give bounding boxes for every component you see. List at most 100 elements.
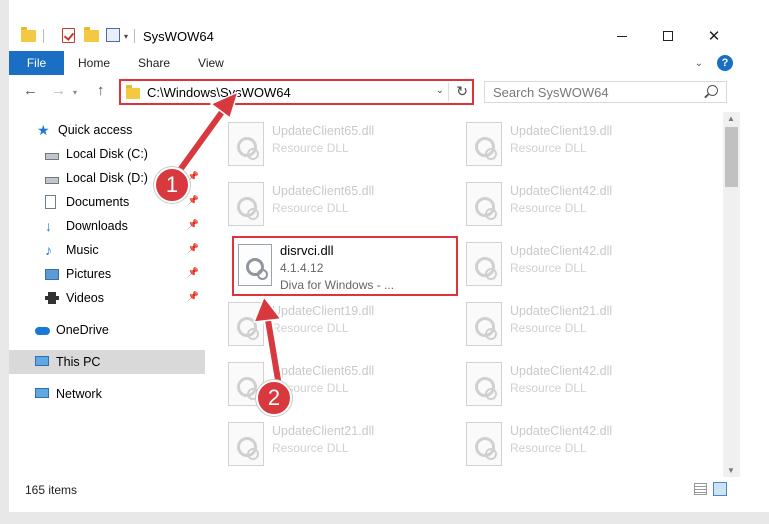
disk-icon (45, 171, 59, 185)
videos-icon (45, 291, 59, 305)
window-title: SysWOW64 (143, 28, 214, 44)
window-left-edge (0, 0, 9, 524)
file-item[interactable]: UpdateClient65.dll Resource DLL (220, 178, 455, 234)
navigation-pane: ★ Quick access Local Disk (C:) 📌 Local D… (9, 112, 209, 477)
forward-arrow-icon[interactable]: → (51, 82, 66, 99)
sidebar-item-music[interactable]: ♪ Music 📌 (45, 238, 205, 262)
file-item[interactable]: UpdateClient65.dll Resource DLL (220, 358, 455, 414)
sidebar-item-quick-access[interactable]: ★ Quick access (37, 118, 205, 142)
properties-check-icon[interactable] (62, 28, 78, 44)
file-item[interactable]: UpdateClient21.dll Resource DLL (458, 298, 693, 354)
file-type: Resource DLL (510, 441, 587, 455)
file-item[interactable]: UpdateClient42.dll Resource DLL (458, 418, 693, 474)
sidebar-item-local-disk-c[interactable]: Local Disk (C:) 📌 (45, 142, 205, 166)
address-dropdown-icon[interactable]: ⌄ (436, 85, 444, 96)
documents-icon (45, 195, 59, 209)
address-divider (448, 83, 449, 101)
file-item[interactable]: UpdateClient42.dll Resource DLL (458, 178, 693, 234)
file-item[interactable]: UpdateClient19.dll Resource DLL (458, 118, 693, 174)
refresh-icon[interactable]: ↻ (456, 83, 468, 100)
scroll-down-icon[interactable]: ▼ (727, 466, 735, 475)
sidebar-item-label: Network (56, 387, 102, 401)
pin-icon[interactable]: 📌 (188, 291, 199, 302)
onedrive-icon (35, 323, 50, 337)
pin-icon[interactable]: 📌 (188, 267, 199, 278)
highlighted-file-item[interactable]: disrvci.dll 4.1.4.12 Diva for Windows - … (232, 236, 458, 296)
folder-icon (21, 27, 37, 44)
status-bar: 165 items (9, 478, 741, 502)
quick-access-dropdown-icon[interactable]: ▾ (124, 32, 128, 41)
pin-icon[interactable]: 📌 (188, 147, 199, 158)
search-input[interactable]: Search SysWOW64 (484, 81, 727, 103)
back-arrow-icon[interactable]: ← (23, 82, 38, 99)
scrollbar-thumb[interactable] (725, 127, 738, 187)
minimize-button[interactable] (599, 21, 645, 51)
file-item[interactable]: UpdateClient42.dll Resource DLL (458, 358, 693, 414)
annotation-marker-2: 2 (256, 380, 292, 416)
file-name: UpdateClient42.dll (510, 184, 613, 198)
vertical-scrollbar[interactable]: ▲ ▼ (723, 112, 740, 477)
pin-icon[interactable]: 📌 (188, 195, 199, 206)
tab-share[interactable]: Share (124, 51, 184, 75)
pin-icon[interactable]: 📌 (188, 243, 199, 254)
minimize-icon (617, 35, 627, 37)
sidebar-item-downloads[interactable]: ↓ Downloads 📌 (45, 214, 205, 238)
maximize-button[interactable] (645, 21, 691, 51)
network-icon (35, 387, 49, 401)
sidebar-item-label: Local Disk (C:) (66, 147, 148, 161)
help-icon[interactable]: ? (717, 55, 733, 71)
tab-view[interactable]: View (184, 51, 238, 75)
recent-locations-icon[interactable]: ▾ (73, 88, 77, 97)
file-item[interactable]: UpdateClient21.dll Resource DLL (220, 418, 455, 474)
file-version: 4.1.4.12 (280, 261, 324, 275)
close-button[interactable]: ✕ (691, 21, 737, 51)
sidebar-item-label: Videos (66, 291, 104, 305)
file-item[interactable]: UpdateClient42.dll Resource DLL (458, 238, 693, 294)
tiles-view-icon[interactable] (713, 482, 727, 496)
details-view-icon[interactable] (694, 483, 707, 495)
expand-ribbon-icon[interactable]: ⌄ (695, 58, 703, 69)
tab-file[interactable]: File (9, 51, 64, 75)
close-icon: ✕ (707, 28, 721, 45)
download-icon: ↓ (45, 218, 52, 234)
dll-file-icon (228, 302, 264, 346)
sidebar-item-label: Music (66, 243, 99, 257)
file-type: Resource DLL (510, 321, 587, 335)
scroll-up-icon[interactable]: ▲ (727, 114, 735, 123)
dll-file-icon (238, 244, 272, 286)
dll-file-icon (466, 242, 502, 286)
sidebar-item-onedrive[interactable]: OneDrive (35, 318, 205, 342)
view-options-icon[interactable] (106, 28, 122, 44)
music-icon: ♪ (45, 242, 52, 258)
window-bottom-edge (0, 512, 769, 524)
file-name: UpdateClient21.dll (272, 424, 375, 438)
file-item[interactable]: UpdateClient19.dll Resource DLL (220, 298, 455, 354)
sidebar-item-pictures[interactable]: Pictures 📌 (45, 262, 205, 286)
dll-file-icon (228, 122, 264, 166)
search-icon[interactable] (707, 85, 718, 96)
file-item[interactable]: UpdateClient65.dll Resource DLL (220, 118, 455, 174)
address-path[interactable]: C:\Windows\SysWOW64 (147, 85, 291, 100)
sidebar-item-this-pc[interactable]: This PC (9, 350, 205, 374)
explorer-window: ▾ SysWOW64 ✕ File Home Share View ⌄ ? ← … (0, 0, 769, 524)
file-name: UpdateClient42.dll (510, 364, 613, 378)
tab-home[interactable]: Home (64, 51, 124, 75)
pin-icon[interactable]: 📌 (188, 219, 199, 230)
dll-file-icon (466, 122, 502, 166)
sidebar-item-videos[interactable]: Videos 📌 (45, 286, 205, 310)
file-name: UpdateClient65.dll (272, 364, 375, 378)
pictures-icon (45, 267, 59, 281)
item-count: 165 items (25, 483, 78, 497)
sidebar-item-label: Pictures (66, 267, 112, 281)
sidebar-item-label: Documents (66, 195, 130, 209)
toolbar-divider (134, 29, 136, 43)
up-arrow-icon[interactable]: ↑ (97, 82, 105, 99)
file-name: UpdateClient19.dll (510, 124, 613, 138)
sidebar-item-network[interactable]: Network (35, 382, 205, 406)
ribbon-tabs: File Home Share View ⌄ ? (9, 51, 741, 75)
address-bar[interactable]: C:\Windows\SysWOW64 ⌄ ↻ (119, 79, 474, 105)
file-name: UpdateClient42.dll (510, 244, 613, 258)
new-folder-icon[interactable] (84, 27, 100, 44)
file-type: Resource DLL (510, 141, 587, 155)
dll-file-icon (466, 422, 502, 466)
